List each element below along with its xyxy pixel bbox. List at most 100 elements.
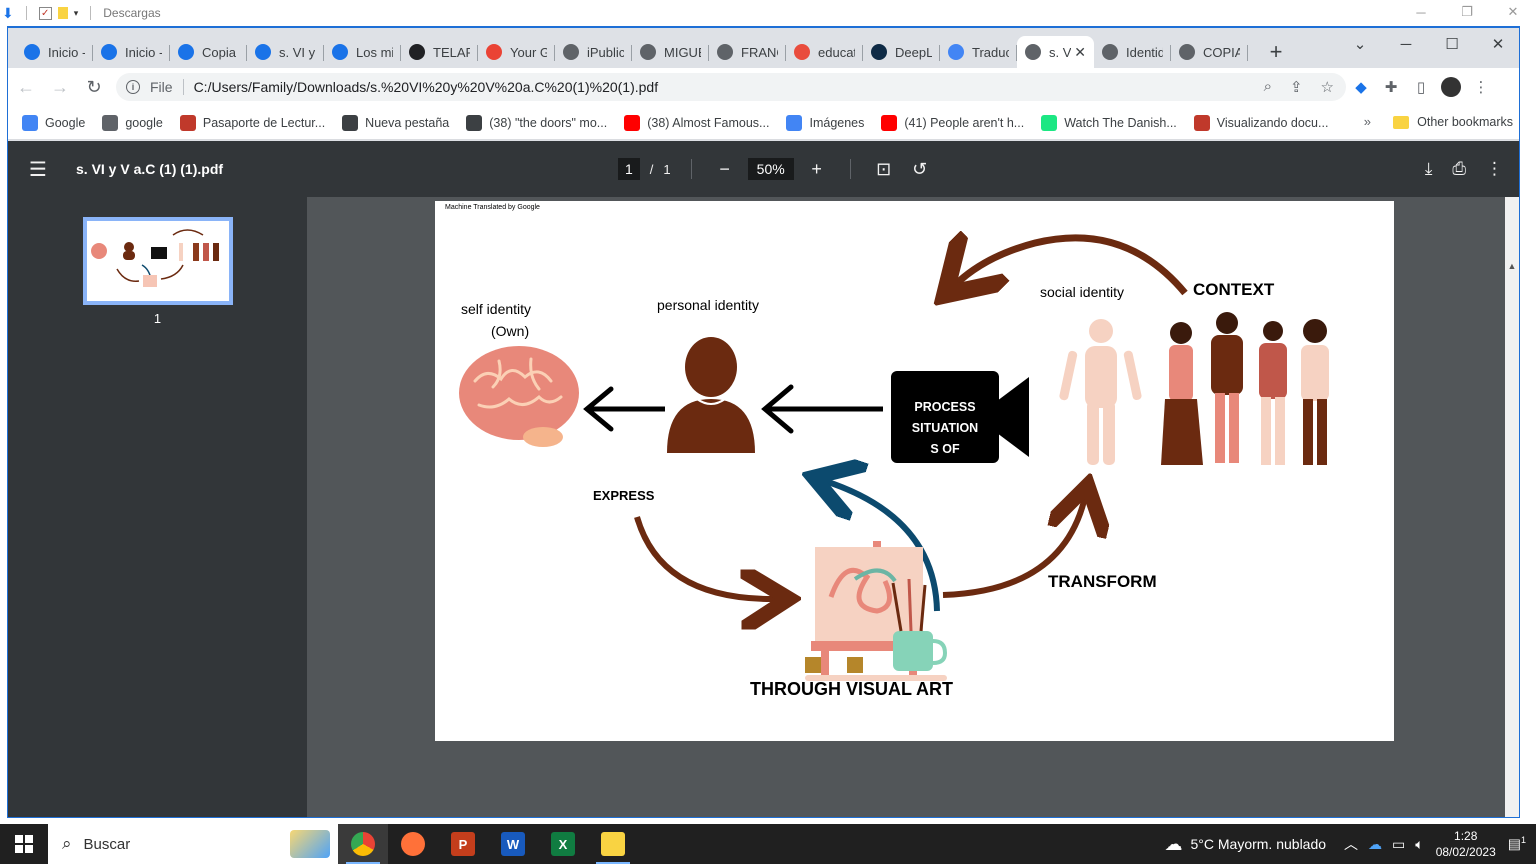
browser-tab[interactable]: s. VI y V (247, 36, 324, 68)
close-icon[interactable]: ✕ (1475, 28, 1519, 60)
browser-tab[interactable]: Your G (478, 36, 555, 68)
bookmark-item[interactable]: Imágenes (786, 114, 864, 131)
browser-tab[interactable]: s. V ✕ (1017, 36, 1094, 68)
other-bookmarks-label: Other bookmarks (1417, 115, 1513, 129)
tab-label: MIGUE (664, 44, 701, 60)
bookmark-item[interactable]: (38) Almost Famous... (624, 114, 769, 131)
folder-icon[interactable] (57, 7, 68, 19)
globe-icon (1179, 44, 1195, 60)
chrome-menu-icon[interactable]: ⋮ (1466, 72, 1496, 102)
process-line: SITUATION (911, 421, 979, 435)
browser-tab[interactable]: Inicio - (93, 36, 170, 68)
battery-icon[interactable]: ▭ (1392, 836, 1405, 853)
address-bar[interactable]: i File C:/Users/Family/Downloads/s.%20VI… (116, 73, 1346, 101)
browser-tab[interactable]: TELAR (401, 36, 478, 68)
page-thumbnail[interactable] (83, 217, 233, 305)
rotate-icon[interactable]: ↺ (907, 159, 933, 180)
taskbar-word[interactable]: W (488, 824, 538, 864)
bookmark-item[interactable]: Visualizando docu... (1193, 114, 1328, 131)
divider (182, 79, 184, 95)
close-tab-icon[interactable]: ✕ (1074, 44, 1086, 61)
reload-icon[interactable]: ↻ (78, 71, 110, 103)
context-arrow (955, 238, 1188, 293)
browser-tab[interactable]: Inicio - (16, 36, 93, 68)
browser-tab[interactable]: iPublic (555, 36, 632, 68)
zoom-icon[interactable]: ⌕ (1264, 78, 1272, 96)
system-tray: ☁ 5°C Mayorm. nublado ︿ ☁ ▭ 🔈︎ 1:28 08/0… (1164, 824, 1536, 864)
zoom-input[interactable]: 50% (747, 158, 794, 180)
start-button[interactable] (0, 835, 48, 853)
zoom-in-icon[interactable]: + (804, 159, 830, 180)
taskbar-firefox[interactable] (388, 824, 438, 864)
share-icon[interactable]: ⇪ (1290, 78, 1303, 96)
onedrive-icon[interactable]: ☁ (1368, 836, 1382, 853)
transform-arrow (942, 497, 1085, 598)
dropdown-icon[interactable]: ▾ (74, 8, 79, 19)
zoom-out-icon[interactable]: − (712, 159, 738, 180)
browser-window: Inicio - Inicio - Copia c s. VI y V Los mi TE… (7, 26, 1520, 818)
powerpoint-icon: P (451, 832, 475, 856)
new-tab-button[interactable]: + (1262, 38, 1290, 66)
search-icon: ⌕ (62, 834, 72, 853)
taskbar-excel[interactable]: X (538, 824, 588, 864)
taskbar-chrome[interactable] (338, 824, 388, 864)
url-text[interactable]: C:/Users/Family/Downloads/s.%20VI%20y%20… (194, 79, 659, 95)
scroll-up-icon[interactable]: ▲ (1505, 261, 1519, 271)
hamburger-menu-icon[interactable]: ☰ (8, 157, 68, 182)
bookmark-item[interactable]: Watch The Danish... (1041, 114, 1177, 131)
browser-tab[interactable]: COPIA (1171, 36, 1248, 68)
restore-icon[interactable]: ❐ (1444, 0, 1490, 24)
tab-strip: Inicio - Inicio - Copia c s. VI y V Los mi TE… (8, 28, 1519, 68)
notifications-icon[interactable]: ▤1 (1508, 835, 1526, 853)
browser-tab[interactable]: DeepL (863, 36, 940, 68)
download-icon[interactable]: ⤓ (1425, 159, 1433, 179)
tab-label: s. VI y V (279, 44, 316, 60)
bookmark-item[interactable]: Google (22, 114, 85, 131)
tab-search-icon[interactable]: ⌄ (1337, 28, 1383, 60)
back-icon[interactable]: ← (10, 71, 42, 103)
volume-icon[interactable]: 🔈︎ (1415, 836, 1423, 853)
bookmark-item[interactable]: google (102, 114, 163, 131)
weather-icon[interactable]: ☁ (1164, 834, 1182, 855)
browser-tab[interactable]: Traduc (940, 36, 1017, 68)
minimize-icon[interactable]: ─ (1383, 28, 1429, 60)
browser-tab[interactable]: Identid (1094, 36, 1171, 68)
download-arrow-icon[interactable]: ⬇ (2, 5, 14, 22)
taskbar-search-box[interactable]: ⌕ Buscar (48, 824, 338, 864)
bookmark-item[interactable]: (38) "the doors" mo... (466, 114, 607, 131)
bookmark-star-icon[interactable]: ☆ (1321, 78, 1334, 96)
more-options-icon[interactable]: ⋮ (1486, 159, 1503, 179)
extension-diamond-icon[interactable]: ◆ (1346, 72, 1376, 102)
info-icon[interactable]: i (126, 80, 140, 94)
close-icon[interactable]: ✕ (1490, 0, 1536, 24)
forward-icon[interactable]: → (44, 71, 76, 103)
browser-tab[interactable]: FRANC (709, 36, 786, 68)
vertical-scrollbar[interactable]: ▲ (1505, 197, 1519, 817)
bookmark-item[interactable]: Pasaporte de Lectur... (179, 114, 325, 131)
clock[interactable]: 1:28 08/02/2023 (1436, 828, 1496, 860)
bookmark-item[interactable]: Nueva pestaña (342, 114, 449, 131)
print-icon[interactable]: ⎙ (1452, 159, 1466, 179)
bookmarks-overflow-icon[interactable]: » (1364, 114, 1371, 129)
taskbar-file-explorer[interactable] (588, 824, 638, 864)
checkbox-icon[interactable]: ✓ (38, 6, 52, 20)
minimize-icon[interactable]: ─ (1398, 0, 1444, 24)
search-icon (102, 114, 119, 131)
profile-avatar[interactable] (1436, 72, 1466, 102)
fit-to-page-icon[interactable]: ⊡ (871, 159, 897, 180)
taskbar-powerpoint[interactable]: P (438, 824, 488, 864)
globe-icon (466, 114, 483, 131)
weather-text[interactable]: 5°C Mayorm. nublado (1190, 836, 1326, 852)
chevron-up-icon[interactable]: ︿ (1344, 834, 1358, 854)
browser-tab[interactable]: Los mi (324, 36, 401, 68)
folder-icon (1393, 115, 1410, 129)
browser-tab[interactable]: Copia c (170, 36, 247, 68)
browser-tab[interactable]: educat (786, 36, 863, 68)
maximize-icon[interactable]: ☐ (1429, 28, 1475, 60)
extensions-puzzle-icon[interactable]: ✚ (1376, 72, 1406, 102)
bookmark-item[interactable]: (41) People aren't h... (881, 114, 1024, 131)
other-bookmarks-folder[interactable]: Other bookmarks (1393, 115, 1513, 129)
browser-tab[interactable]: MIGUE (632, 36, 709, 68)
page-number-input[interactable]: 1 (618, 158, 640, 180)
side-panel-icon[interactable]: ▯ (1406, 72, 1436, 102)
